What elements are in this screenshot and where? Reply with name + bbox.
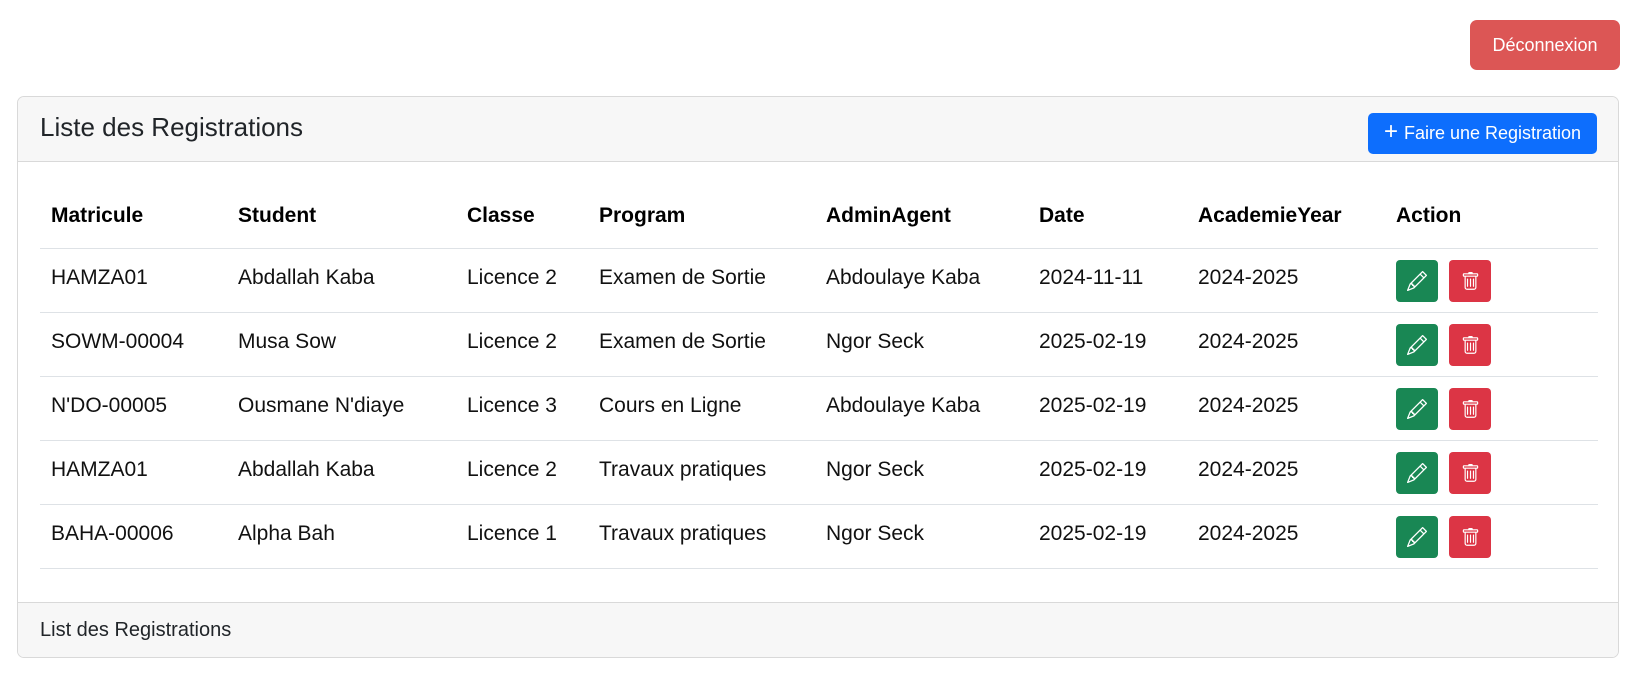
cell-matricule: N'DO-00005 bbox=[40, 376, 227, 441]
table-row: BAHA-00006 Alpha Bah Licence 1 Travaux p… bbox=[40, 504, 1598, 569]
pencil-icon bbox=[1407, 271, 1427, 291]
cell-actions bbox=[1385, 376, 1598, 441]
column-header: Date bbox=[1028, 184, 1187, 249]
trash-icon bbox=[1462, 527, 1478, 546]
cell-admin-agent: Ngor Seck bbox=[815, 440, 1028, 505]
cell-student: Ousmane N'diaye bbox=[227, 376, 456, 441]
cell-classe: Licence 2 bbox=[456, 248, 588, 313]
delete-button[interactable] bbox=[1449, 516, 1491, 558]
card-footer: List des Registrations bbox=[18, 602, 1618, 657]
cell-program: Travaux pratiques bbox=[588, 440, 815, 505]
cell-matricule: HAMZA01 bbox=[40, 440, 227, 505]
cell-program: Examen de Sortie bbox=[588, 248, 815, 313]
pencil-icon bbox=[1407, 463, 1427, 483]
cell-admin-agent: Ngor Seck bbox=[815, 312, 1028, 377]
cell-student: Alpha Bah bbox=[227, 504, 456, 569]
trash-icon bbox=[1462, 399, 1478, 418]
cell-actions bbox=[1385, 312, 1598, 377]
row-actions bbox=[1396, 324, 1587, 366]
cell-academic-year: 2024-2025 bbox=[1187, 504, 1385, 569]
cell-program: Travaux pratiques bbox=[588, 504, 815, 569]
table-row: HAMZA01 Abdallah Kaba Licence 2 Examen d… bbox=[40, 248, 1598, 313]
cell-program: Examen de Sortie bbox=[588, 312, 815, 377]
cell-actions bbox=[1385, 440, 1598, 505]
cell-date: 2025-02-19 bbox=[1028, 312, 1187, 377]
column-header: Matricule bbox=[40, 184, 227, 249]
cell-actions bbox=[1385, 504, 1598, 569]
column-header: AdminAgent bbox=[815, 184, 1028, 249]
edit-button[interactable] bbox=[1396, 324, 1438, 366]
delete-button[interactable] bbox=[1449, 452, 1491, 494]
column-header: Student bbox=[227, 184, 456, 249]
registrations-table: Matricule Student Classe Program AdminAg… bbox=[40, 184, 1598, 569]
table-row: HAMZA01 Abdallah Kaba Licence 2 Travaux … bbox=[40, 440, 1598, 505]
row-actions bbox=[1396, 388, 1587, 430]
cell-classe: Licence 2 bbox=[456, 312, 588, 377]
card-body: Matricule Student Classe Program AdminAg… bbox=[18, 162, 1618, 603]
cell-classe: Licence 1 bbox=[456, 504, 588, 569]
pencil-icon bbox=[1407, 527, 1427, 547]
edit-button[interactable] bbox=[1396, 516, 1438, 558]
cell-matricule: BAHA-00006 bbox=[40, 504, 227, 569]
cell-student: Abdallah Kaba bbox=[227, 440, 456, 505]
trash-icon bbox=[1462, 335, 1478, 354]
row-actions bbox=[1396, 452, 1587, 494]
cell-student: Abdallah Kaba bbox=[227, 248, 456, 313]
column-header: AcademieYear bbox=[1187, 184, 1385, 249]
cell-date: 2024-11-11 bbox=[1028, 248, 1187, 313]
cell-classe: Licence 3 bbox=[456, 376, 588, 441]
card-title: Liste des Registrations bbox=[40, 111, 304, 142]
trash-icon bbox=[1462, 463, 1478, 482]
cell-classe: Licence 2 bbox=[456, 440, 588, 505]
row-actions bbox=[1396, 516, 1587, 558]
cell-academic-year: 2024-2025 bbox=[1187, 376, 1385, 441]
cell-academic-year: 2024-2025 bbox=[1187, 248, 1385, 313]
add-registration-label: Faire une Registration bbox=[1403, 122, 1582, 143]
cell-admin-agent: Ngor Seck bbox=[815, 504, 1028, 569]
cell-date: 2025-02-19 bbox=[1028, 440, 1187, 505]
cell-matricule: HAMZA01 bbox=[40, 248, 227, 313]
cell-date: 2025-02-19 bbox=[1028, 504, 1187, 569]
pencil-icon bbox=[1407, 335, 1427, 355]
row-actions bbox=[1396, 260, 1587, 302]
cell-date: 2025-02-19 bbox=[1028, 376, 1187, 441]
registrations-card: Liste des Registrations + Faire une Regi… bbox=[17, 96, 1619, 658]
delete-button[interactable] bbox=[1449, 260, 1491, 302]
cell-academic-year: 2024-2025 bbox=[1187, 440, 1385, 505]
column-header: Program bbox=[588, 184, 815, 249]
edit-button[interactable] bbox=[1396, 452, 1438, 494]
cell-academic-year: 2024-2025 bbox=[1187, 312, 1385, 377]
cell-admin-agent: Abdoulaye Kaba bbox=[815, 248, 1028, 313]
card-header: Liste des Registrations + Faire une Regi… bbox=[18, 97, 1618, 162]
cell-admin-agent: Abdoulaye Kaba bbox=[815, 376, 1028, 441]
edit-button[interactable] bbox=[1396, 388, 1438, 430]
add-registration-button[interactable]: + Faire une Registration bbox=[1368, 112, 1597, 154]
table-header-row: Matricule Student Classe Program AdminAg… bbox=[40, 184, 1598, 249]
cell-student: Musa Sow bbox=[227, 312, 456, 377]
table-row: N'DO-00005 Ousmane N'diaye Licence 3 Cou… bbox=[40, 376, 1598, 441]
delete-button[interactable] bbox=[1449, 388, 1491, 430]
trash-icon bbox=[1462, 271, 1478, 290]
table-row: SOWM-00004 Musa Sow Licence 2 Examen de … bbox=[40, 312, 1598, 377]
cell-matricule: SOWM-00004 bbox=[40, 312, 227, 377]
logout-button[interactable]: Déconnexion bbox=[1470, 20, 1620, 70]
cell-program: Cours en Ligne bbox=[588, 376, 815, 441]
edit-button[interactable] bbox=[1396, 260, 1438, 302]
plus-icon: + bbox=[1383, 117, 1398, 145]
delete-button[interactable] bbox=[1449, 324, 1491, 366]
pencil-icon bbox=[1407, 399, 1427, 419]
column-header: Action bbox=[1385, 184, 1598, 249]
cell-actions bbox=[1385, 248, 1598, 313]
column-header: Classe bbox=[456, 184, 588, 249]
